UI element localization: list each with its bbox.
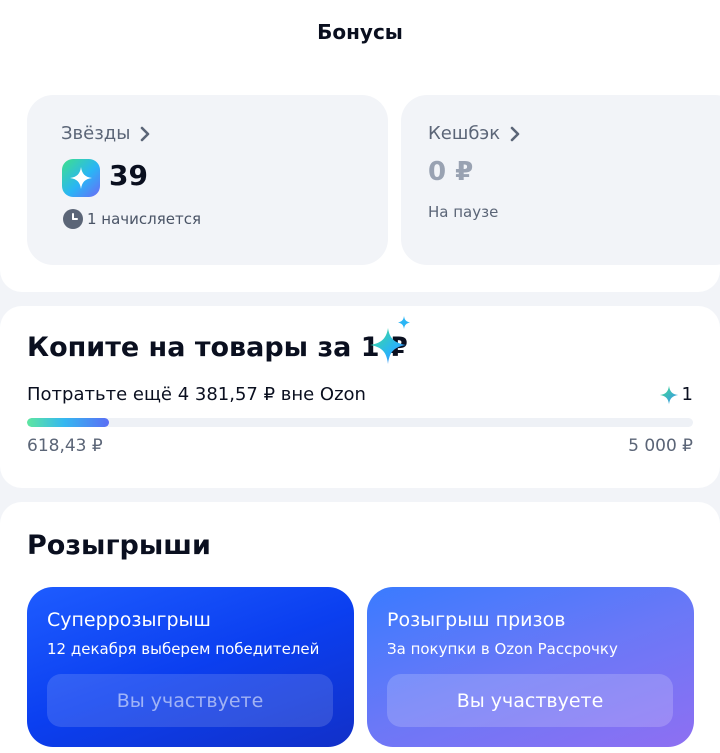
prize-lottery-card[interactable]: Розыгрыш призов За покупки в Ozon Рассро…	[367, 587, 694, 747]
progress-current: 618,43 ₽	[27, 436, 103, 456]
stars-pending-text: 1 начисляется	[87, 210, 202, 228]
stars-card-header[interactable]: Звёзды	[61, 123, 152, 144]
lottery-card-subtitle: 12 декабря выберем победителей	[47, 640, 320, 658]
bonus-header-panel: Бонусы Звёзды 39 1 начисляется Кешбэк 0 …	[0, 0, 720, 292]
stars-label: Звёзды	[61, 123, 131, 144]
lottery-card-title: Суперрозыгрыш	[47, 609, 211, 631]
chevron-right-icon	[510, 126, 520, 141]
lotteries-title: Розыгрыши	[27, 530, 211, 561]
lottery-card-title: Розыгрыш призов	[387, 609, 566, 631]
star-icon	[62, 159, 100, 197]
lottery-card-subtitle: За покупки в Ozon Рассрочку	[387, 640, 618, 658]
stars-pending: 1 начисляется	[63, 209, 201, 229]
stars-card[interactable]: Звёзды 39 1 начисляется	[27, 95, 388, 265]
lotteries-section: Розыгрыши Суперрозыгрыш 12 декабря выбер…	[0, 502, 720, 753]
cashback-value: 0 ₽	[428, 157, 474, 187]
cashback-status: На паузе	[428, 203, 499, 221]
stars-value: 39	[109, 159, 148, 192]
cashback-card-header[interactable]: Кешбэк	[428, 123, 522, 144]
progress-target: 5 000 ₽	[628, 436, 693, 456]
participating-button[interactable]: Вы участвуете	[47, 674, 333, 727]
progress-bar	[27, 418, 693, 427]
participating-button[interactable]: Вы участвуете	[387, 674, 673, 727]
cashback-card[interactable]: Кешбэк 0 ₽ На паузе	[401, 95, 720, 265]
progress-caption: Потратьте ещё 4 381,57 ₽ вне Ozon	[27, 384, 366, 405]
clock-icon	[63, 209, 83, 229]
progress-fill	[27, 418, 110, 427]
save-title: Копите на товары за 1 ₽	[27, 332, 408, 363]
save-for-1-ruble-section[interactable]: Копите на товары за 1 ₽ Потратьте ещё 4 …	[0, 306, 720, 488]
chevron-right-icon	[141, 126, 150, 141]
star-icon	[659, 385, 678, 404]
super-lottery-card[interactable]: Суперрозыгрыш 12 декабря выберем победит…	[27, 587, 354, 747]
cashback-label: Кешбэк	[428, 123, 501, 144]
reward-count: 1	[681, 384, 693, 405]
reward-indicator: 1	[659, 384, 693, 405]
sparkle-icon	[370, 316, 410, 364]
page-title: Бонусы	[317, 20, 403, 44]
